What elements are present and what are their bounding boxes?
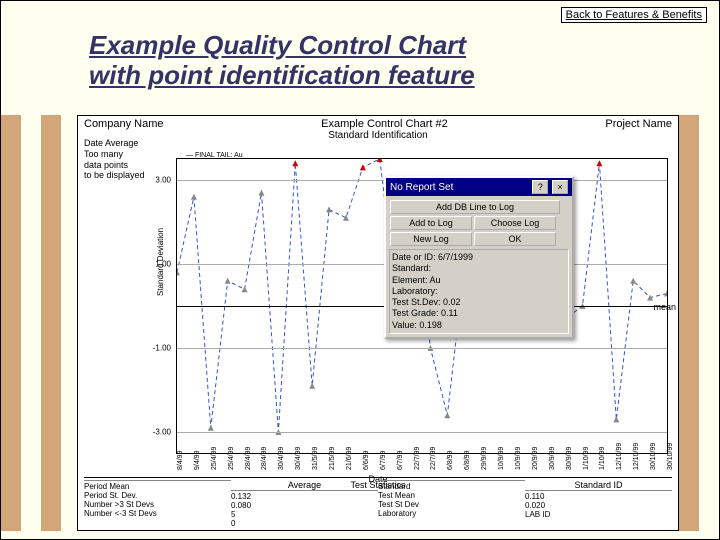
x-tick: 6/8/99 [447,451,454,470]
y-tick: -1.00 [153,344,171,353]
popup-titlebar[interactable]: No Report Set ? × [386,178,572,196]
x-tick: 6/7/99 [380,451,387,470]
ok-button[interactable]: OK [474,232,556,246]
x-tick: 22/7/99 [430,447,437,470]
test-statistics-panel: Period Mean Period St. Dev. Number >3 St… [84,477,672,528]
data-point[interactable] [613,416,619,422]
x-tick: 30/9/99 [566,447,573,470]
data-point[interactable] [326,206,332,212]
data-point[interactable] [444,412,450,418]
page-title-line1: Example Quality Control Chart [89,30,466,60]
header-project: Project Name [605,118,672,130]
data-point[interactable] [664,290,667,296]
choose-log-button[interactable]: Choose Log [474,216,556,230]
chart-window: Company Name Example Control Chart #2 Pr… [77,115,679,531]
x-tick: 22/7/99 [414,447,421,470]
data-point[interactable] [292,160,298,166]
popup-info: Date or ID: 6/7/1999 Standard: Element: … [389,249,569,334]
x-tick: 30/10/99 [650,443,657,470]
x-tick: 12/10/99 [633,443,640,470]
page-title: Example Quality Control Chart with point… [89,31,475,91]
x-tick: 28/4/99 [261,447,268,470]
meta-text: Date Average Too many data points to be … [84,138,145,181]
back-to-features-link[interactable]: Back to Features & Benefits [561,7,707,23]
data-point[interactable] [360,164,366,170]
x-tick: 1/10/99 [599,447,606,470]
data-point[interactable] [242,286,248,292]
add-to-log-button[interactable]: Add to Log [390,216,472,230]
help-icon[interactable]: ? [532,180,548,194]
close-icon[interactable]: × [552,180,568,194]
decorative-stripe-left [1,115,77,531]
x-tick: 8/4/99 [177,451,184,470]
x-tick: 30/9/99 [549,447,556,470]
data-point[interactable] [596,160,602,166]
x-tick: 1/10/99 [583,447,590,470]
data-point[interactable] [630,278,636,284]
x-tick: 25/4/99 [211,447,218,470]
x-tick: 25/4/99 [228,447,235,470]
y-tick: 1.00 [155,260,171,269]
x-tick: 12/10/99 [616,443,623,470]
data-point[interactable] [647,295,653,301]
data-point[interactable] [343,215,349,221]
x-tick: 20/9/99 [532,447,539,470]
data-point[interactable] [208,425,214,431]
y-tick: 3.00 [155,176,171,185]
data-point[interactable] [191,194,197,200]
x-tick: 21/6/99 [346,447,353,470]
page-title-line2: with point identification feature [89,60,475,90]
point-info-popup[interactable]: No Report Set ? × Add DB Line to Log Add… [384,176,574,339]
x-tick: 28/4/99 [245,447,252,470]
decorative-stripe-right [679,115,719,531]
x-tick: 6/7/99 [397,451,404,470]
x-tick: 9/4/99 [194,451,201,470]
x-tick: 30/10/99 [667,443,674,470]
y-tick: -3.00 [153,428,171,437]
data-point[interactable] [225,278,231,284]
x-tick: 21/5/99 [329,447,336,470]
x-tick: 30/4/99 [295,447,302,470]
header-company: Company Name [84,118,163,130]
x-tick: 29/9/99 [481,447,488,470]
x-tick: 30/4/99 [278,447,285,470]
new-log-button[interactable]: New Log [390,232,472,246]
x-tick: 10/9/99 [515,447,522,470]
popup-title: No Report Set [390,182,453,193]
x-tick: 6/6/99 [363,451,370,470]
data-point[interactable] [309,383,315,389]
subtitle: Standard Identification [78,130,678,141]
add-db-line-button[interactable]: Add DB Line to Log [390,200,560,214]
data-point[interactable] [377,159,383,162]
x-tick: 31/5/99 [312,447,319,470]
header-chart-title: Example Control Chart #2 [321,118,448,130]
x-tick: 6/8/99 [464,451,471,470]
x-tick: 10/9/99 [498,447,505,470]
data-point[interactable] [258,190,264,196]
